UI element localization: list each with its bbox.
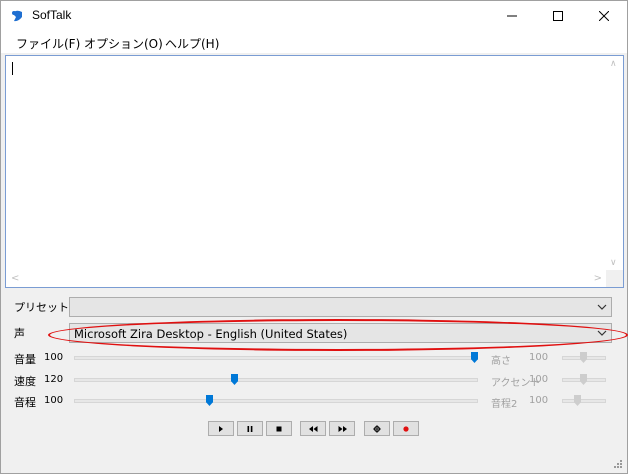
speed-slider-track[interactable] bbox=[74, 378, 478, 382]
scroll-up-icon[interactable]: ∧ bbox=[610, 60, 617, 69]
window-title: SofTalk bbox=[32, 8, 72, 22]
app-icon bbox=[12, 10, 22, 22]
settings-button[interactable] bbox=[364, 421, 390, 436]
chevron-down-icon bbox=[597, 304, 607, 310]
stop-icon bbox=[276, 426, 282, 431]
volume-value: 100 bbox=[44, 352, 64, 363]
speed-label: 速度 bbox=[14, 375, 36, 388]
title-bar: SofTalk bbox=[1, 1, 627, 31]
pitch-value: 100 bbox=[44, 395, 64, 406]
pitch2-slider-track[interactable] bbox=[562, 399, 606, 403]
minimize-icon bbox=[507, 15, 517, 17]
scroll-down-icon[interactable]: ∨ bbox=[610, 259, 617, 268]
play-icon bbox=[219, 425, 223, 432]
volume-slider-track[interactable] bbox=[74, 356, 478, 360]
fast-forward-icon bbox=[338, 425, 347, 432]
pitch-slider-track[interactable] bbox=[74, 399, 478, 403]
voice-label: 声 bbox=[14, 327, 25, 340]
height-slider-thumb[interactable] bbox=[580, 352, 587, 363]
pitch-label: 音程 bbox=[14, 396, 36, 409]
preset-label: プリセット bbox=[14, 301, 69, 314]
pitch2-value: 100 bbox=[529, 395, 549, 406]
pitch2-label: 音程2 bbox=[491, 399, 518, 410]
rewind-button[interactable] bbox=[300, 421, 326, 436]
scroll-right-icon[interactable]: > bbox=[594, 274, 602, 284]
accent-slider-thumb[interactable] bbox=[580, 374, 587, 385]
pitch2-slider-thumb[interactable] bbox=[574, 395, 581, 406]
text-editor[interactable]: ∧ ∨ < > bbox=[5, 55, 624, 288]
preset-dropdown[interactable] bbox=[69, 297, 612, 317]
menu-option[interactable]: オプション(O) bbox=[84, 35, 163, 52]
menu-bar: ファイル(F) オプション(O) ヘルプ(H) bbox=[1, 31, 627, 53]
stop-button[interactable] bbox=[266, 421, 292, 436]
menu-file[interactable]: ファイル(F) bbox=[16, 35, 80, 52]
scroll-corner bbox=[606, 270, 623, 287]
softalk-window: SofTalk ファイル(F) オプション(O) ヘルプ(H) ∧ ∨ < > … bbox=[0, 0, 628, 474]
pause-button[interactable] bbox=[237, 421, 263, 436]
record-icon bbox=[403, 425, 409, 432]
pitch-slider-thumb[interactable] bbox=[206, 395, 213, 406]
record-button[interactable] bbox=[393, 421, 419, 436]
volume-label: 音量 bbox=[14, 353, 36, 366]
play-button[interactable] bbox=[208, 421, 234, 436]
horizontal-scrollbar[interactable]: < > bbox=[6, 270, 607, 287]
accent-value: 100 bbox=[529, 374, 549, 385]
voice-dropdown[interactable]: Microsoft Zira Desktop - English (United… bbox=[69, 323, 612, 343]
maximize-icon bbox=[553, 11, 563, 21]
close-button[interactable] bbox=[581, 1, 627, 31]
text-caret bbox=[12, 62, 13, 75]
fast-forward-button[interactable] bbox=[329, 421, 355, 436]
pause-icon bbox=[247, 425, 253, 432]
scroll-left-icon[interactable]: < bbox=[11, 274, 19, 284]
resize-grip-icon[interactable] bbox=[613, 459, 623, 469]
voice-value: Microsoft Zira Desktop - English (United… bbox=[74, 327, 348, 341]
maximize-button[interactable] bbox=[535, 1, 581, 31]
height-label: 高さ bbox=[491, 356, 511, 367]
close-icon bbox=[599, 11, 609, 21]
vertical-scrollbar[interactable]: ∧ ∨ bbox=[606, 56, 623, 272]
height-value: 100 bbox=[529, 352, 549, 363]
menu-help[interactable]: ヘルプ(H) bbox=[165, 35, 219, 52]
rewind-icon bbox=[308, 425, 317, 432]
speed-slider-thumb[interactable] bbox=[231, 374, 238, 385]
chevron-down-icon bbox=[597, 330, 607, 336]
settings-icon bbox=[373, 424, 381, 433]
speed-value: 120 bbox=[44, 374, 64, 385]
minimize-button[interactable] bbox=[489, 1, 535, 31]
volume-slider-thumb[interactable] bbox=[471, 352, 478, 363]
